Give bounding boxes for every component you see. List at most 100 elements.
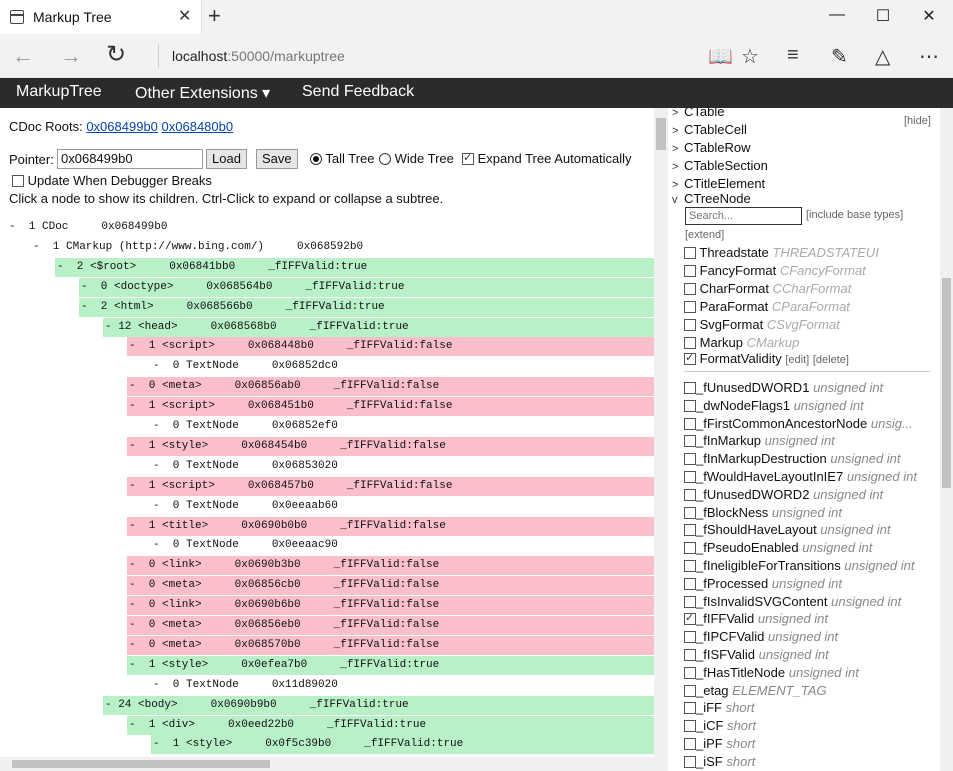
- tall-tree-option[interactable]: Tall Tree: [310, 151, 375, 166]
- back-icon[interactable]: ←: [12, 43, 34, 69]
- scroll-thumb[interactable]: [656, 118, 666, 150]
- format-checkbox[interactable]: [684, 283, 696, 295]
- properties-scrollbar[interactable]: [940, 108, 953, 771]
- include-base-types-link[interactable]: [include base types]: [806, 209, 903, 221]
- save-button[interactable]: Save: [256, 149, 298, 169]
- share-icon[interactable]: △: [875, 44, 890, 69]
- search-input[interactable]: [685, 207, 802, 225]
- root-link[interactable]: 0x068499b0: [86, 119, 158, 134]
- field-checkbox[interactable]: [684, 382, 696, 394]
- tree-node[interactable]: - 1 <style> 0x0efea7b0 _fIFFValid:true: [127, 655, 654, 675]
- class-item[interactable]: > CTableCell: [672, 122, 747, 137]
- field-checkbox[interactable]: [684, 755, 696, 768]
- tree-node[interactable]: - 1 <script> 0x068451b0 _fIFFValid:false: [127, 397, 654, 417]
- delete-link[interactable]: [delete]: [813, 354, 849, 366]
- refresh-icon[interactable]: ↻: [106, 40, 126, 69]
- class-item-open[interactable]: v CTreeNode: [672, 191, 751, 206]
- root-link[interactable]: 0x068480b0: [162, 119, 234, 134]
- tree-node[interactable]: - 1 <style> 0x0f5c39b0 _fIFFValid:true: [151, 735, 654, 755]
- maximize-icon[interactable]: ☐: [860, 6, 906, 26]
- tree-node[interactable]: - 1 CMarkup (http://www.bing.com/) 0x068…: [31, 238, 654, 257]
- favorite-star-icon[interactable]: ☆: [741, 44, 759, 69]
- extend-link[interactable]: [extend]: [685, 229, 724, 241]
- url-field[interactable]: localhost:50000/markuptree: [172, 48, 345, 64]
- expand-checkbox[interactable]: [462, 151, 474, 165]
- field-checkbox[interactable]: [684, 417, 696, 430]
- tree-node[interactable]: - 0 TextNode 0x06852dc0: [151, 357, 654, 376]
- field-checkbox[interactable]: [684, 720, 696, 733]
- field-checkbox[interactable]: [684, 453, 696, 466]
- wide-tree-option[interactable]: Wide Tree: [379, 151, 454, 166]
- hide-link[interactable]: [hide]: [904, 115, 931, 127]
- tree-node[interactable]: - 2 <$root> 0x06841bb0 _fIFFValid:true: [55, 257, 654, 277]
- class-item[interactable]: > CTitleElement: [672, 176, 765, 191]
- tree-node[interactable]: - 0 <meta> 0x06856ab0 _fIFFValid:false: [127, 377, 654, 397]
- tree-node[interactable]: - 0 TextNode 0x11d89020: [151, 676, 654, 695]
- tree-node[interactable]: - 0 TextNode 0x06852ef0: [151, 417, 654, 436]
- tree-node[interactable]: - 2 <html> 0x068566b0 _fIFFValid:true: [79, 297, 654, 317]
- hub-icon[interactable]: ≡: [787, 44, 799, 67]
- minimize-icon[interactable]: —: [814, 6, 860, 24]
- tree-node[interactable]: - 0 <link> 0x0690b6b0 _fIFFValid:false: [127, 596, 654, 616]
- menu-other-extensions[interactable]: Other Extensions ▾: [135, 83, 270, 103]
- scroll-thumb[interactable]: [12, 760, 270, 768]
- field-checkbox[interactable]: [684, 631, 696, 644]
- field-checkbox[interactable]: [684, 577, 696, 590]
- field-checkbox[interactable]: [684, 738, 696, 750]
- tree-node[interactable]: - 0 <meta> 0x06856cb0 _fIFFValid:false: [127, 576, 654, 596]
- tree-node[interactable]: - 1 CDoc 0x068499b0: [7, 218, 654, 237]
- close-window-icon[interactable]: ✕: [906, 6, 952, 26]
- tall-tree-radio[interactable]: [310, 153, 322, 165]
- menu-send-feedback[interactable]: Send Feedback: [302, 83, 414, 101]
- format-validity-checkbox[interactable]: [684, 351, 696, 365]
- update-option[interactable]: Update When Debugger Breaks: [12, 173, 212, 188]
- field-checkbox[interactable]: [684, 399, 696, 412]
- field-checkbox[interactable]: [684, 542, 696, 555]
- field-checkbox[interactable]: [684, 684, 696, 697]
- tree-node[interactable]: - 0 <link> 0x0690b3b0 _fIFFValid:false: [127, 556, 654, 576]
- format-checkbox[interactable]: [684, 337, 696, 349]
- tree-node[interactable]: - 0 <meta> 0x068570b0 _fIFFValid:false: [127, 635, 654, 655]
- tree-node[interactable]: - 0 <doctype> 0x068564b0 _fIFFValid:true: [79, 277, 654, 297]
- pointer-input[interactable]: 0x068499b0: [57, 149, 203, 169]
- tree-node[interactable]: - 0 TextNode 0x0eeaac90: [151, 536, 654, 555]
- field-checkbox[interactable]: [684, 560, 696, 572]
- tree-node[interactable]: - 1 <style> 0x068454b0 _fIFFValid:false: [127, 436, 654, 456]
- expand-option[interactable]: Expand Tree Automatically: [462, 151, 632, 166]
- tree-node[interactable]: - 1 <script> 0x068448b0 _fIFFValid:false: [127, 337, 654, 357]
- browser-tab[interactable]: Markup Tree ✕: [0, 0, 202, 34]
- format-checkbox[interactable]: [684, 319, 696, 331]
- field-checkbox[interactable]: [684, 471, 696, 483]
- tree-node[interactable]: - 1 <script> 0x068457b0 _fIFFValid:false: [127, 476, 654, 496]
- update-checkbox[interactable]: [12, 175, 24, 187]
- tree-scrollbar[interactable]: [654, 108, 668, 758]
- field-checkbox[interactable]: [684, 524, 696, 537]
- scroll-thumb[interactable]: [942, 278, 951, 488]
- class-item[interactable]: > CTableRow: [672, 140, 750, 155]
- format-checkbox[interactable]: [684, 265, 696, 277]
- tree-node[interactable]: - 1 <div> 0x0eed22b0 _fIFFValid:true: [127, 715, 654, 735]
- more-icon[interactable]: ⋯: [919, 44, 939, 69]
- forward-icon[interactable]: →: [60, 43, 82, 69]
- field-checkbox[interactable]: [684, 488, 696, 501]
- field-checkbox[interactable]: [684, 649, 696, 661]
- new-tab-icon[interactable]: +: [208, 3, 221, 29]
- wide-tree-radio[interactable]: [379, 153, 391, 165]
- menu-markuptree[interactable]: MarkupTree: [16, 83, 102, 101]
- field-checkbox[interactable]: [684, 702, 696, 715]
- tree-node[interactable]: - 12 <head> 0x068568b0 _fIFFValid:true: [103, 317, 654, 337]
- field-checkbox[interactable]: [684, 595, 696, 608]
- format-checkbox[interactable]: [684, 301, 696, 313]
- field-checkbox[interactable]: [684, 506, 696, 519]
- class-item[interactable]: > CTableSection: [672, 158, 768, 173]
- web-note-icon[interactable]: ✎: [831, 44, 848, 69]
- tree-node[interactable]: - 1 <title> 0x0690b0b0 _fIFFValid:false: [127, 516, 654, 536]
- load-button[interactable]: Load: [206, 149, 247, 169]
- edit-link[interactable]: [edit]: [785, 354, 809, 366]
- horizontal-scrollbar[interactable]: [0, 757, 668, 771]
- tree-node[interactable]: - 24 <body> 0x0690b9b0 _fIFFValid:true: [103, 695, 654, 715]
- close-tab-icon[interactable]: ✕: [178, 6, 191, 26]
- tree-node[interactable]: - 0 TextNode 0x0eeaab60: [151, 497, 654, 516]
- tree-node[interactable]: - 0 <meta> 0x06856eb0 _fIFFValid:false: [127, 616, 654, 635]
- field-checkbox[interactable]: [684, 435, 696, 448]
